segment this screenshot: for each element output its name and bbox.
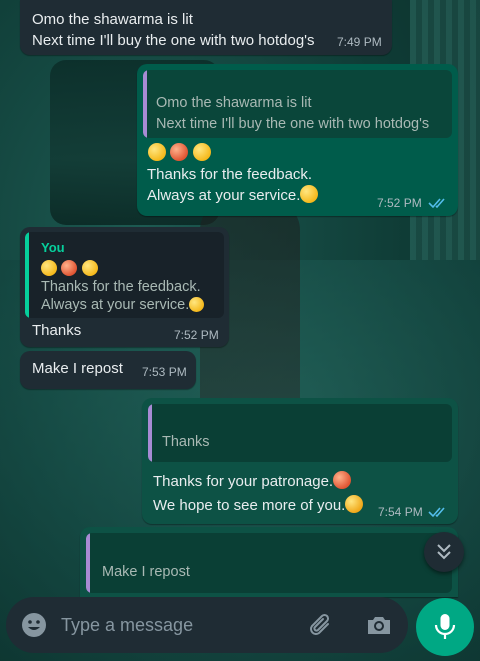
quote-bar xyxy=(143,70,147,138)
message-time: 7:52 PM xyxy=(377,196,422,210)
reply-quote[interactable]: Make I repost xyxy=(86,533,452,593)
quote-bar xyxy=(148,404,152,462)
read-ticks-icon xyxy=(428,198,445,209)
camera-icon[interactable] xyxy=(365,611,393,639)
quote-line: Thanks for the feedback. xyxy=(41,279,201,295)
message-line: Next time I'll buy the one with two hotd… xyxy=(32,32,315,49)
message-line: Thanks for your patronage. xyxy=(153,473,334,490)
message-line: Thanks for the feedback. xyxy=(147,166,313,183)
message-incoming[interactable]: Omo the shawarma is lit Next time I'll b… xyxy=(20,0,392,55)
quote-line: Thanks xyxy=(162,434,210,450)
quote-line: Always at your service. xyxy=(41,297,190,313)
voice-record-button[interactable] xyxy=(416,598,474,656)
message-line: We hope to see more of you. xyxy=(153,497,346,514)
message-input[interactable]: Type a message xyxy=(61,615,193,636)
scroll-to-bottom-button[interactable] xyxy=(424,532,464,572)
heart-eyes-emoji xyxy=(61,260,78,276)
attach-icon[interactable] xyxy=(307,611,335,639)
quote-line: Omo the shawarma is lit xyxy=(156,95,312,111)
emoji-row xyxy=(148,143,211,163)
grinning-emoji xyxy=(300,185,319,203)
star-struck-emoji xyxy=(81,260,98,276)
quote-line: Make I repost xyxy=(102,564,190,580)
emoji-row xyxy=(41,260,98,278)
quote-bar xyxy=(86,533,90,593)
quote-line: Next time I'll buy the one with two hotd… xyxy=(156,116,430,132)
star-struck-emoji xyxy=(148,143,166,161)
message-time: 7:54 PM xyxy=(378,505,423,519)
message-outgoing[interactable]: Omo the shawarma is lit Next time I'll b… xyxy=(137,64,458,216)
message-outgoing[interactable]: Make I repost xyxy=(80,527,458,597)
reply-quote[interactable]: Omo the shawarma is lit Next time I'll b… xyxy=(143,70,452,138)
read-ticks-icon xyxy=(428,507,445,518)
double-chevron-down-icon xyxy=(437,544,451,560)
message-line: Always at your service. xyxy=(147,187,301,204)
star-struck-emoji xyxy=(41,260,57,276)
smiling-face-emoji xyxy=(345,495,364,513)
message-time: 7:49 PM xyxy=(337,35,382,49)
quote-author: You xyxy=(41,240,65,255)
star-struck-emoji xyxy=(192,143,211,161)
message-outgoing[interactable]: Thanks Thanks for your patronage. We hop… xyxy=(142,398,458,524)
quote-bar xyxy=(25,232,29,318)
message-line: Omo the shawarma is lit xyxy=(32,11,193,28)
message-line: Thanks xyxy=(32,322,82,339)
heart-eyes-emoji xyxy=(170,143,189,161)
message-composer[interactable]: Type a message xyxy=(6,597,408,653)
grinning-emoji xyxy=(189,297,205,312)
reply-quote[interactable]: Thanks xyxy=(148,404,452,462)
message-line: Make I repost xyxy=(32,360,123,377)
message-time: 7:53 PM xyxy=(142,365,187,379)
message-time: 7:52 PM xyxy=(174,328,219,342)
handshake-emoji xyxy=(333,471,352,489)
reply-quote[interactable]: You Thanks for the feedback. Always at y… xyxy=(25,232,224,318)
mic-icon xyxy=(434,614,456,639)
message-incoming[interactable]: You Thanks for the feedback. Always at y… xyxy=(20,227,229,347)
emoji-icon[interactable] xyxy=(21,612,47,638)
message-incoming[interactable]: Make I repost 7:53 PM xyxy=(20,351,196,389)
